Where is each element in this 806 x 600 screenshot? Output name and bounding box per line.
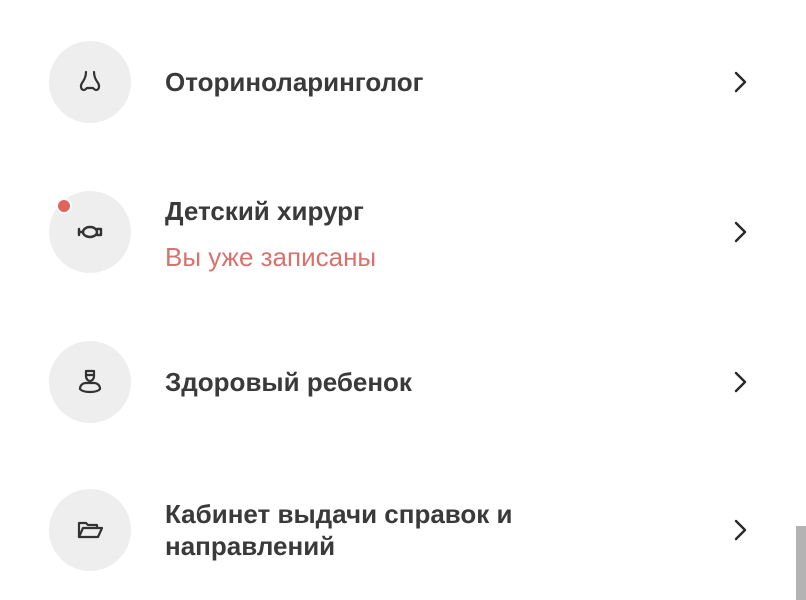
specialist-list: Оториноларинголог Детский хирург Вы уже …	[0, 0, 806, 600]
list-item-otolaryngologist[interactable]: Оториноларинголог	[0, 27, 806, 137]
item-title: Оториноларинголог	[165, 67, 424, 97]
icon-circle	[49, 41, 131, 123]
icon-circle	[49, 341, 131, 423]
chevron-right-icon	[734, 371, 747, 393]
notification-dot	[56, 198, 72, 214]
list-item-healthy-child[interactable]: Здоровый ребенок	[0, 327, 806, 437]
folder-open-icon	[77, 521, 104, 539]
item-title: Кабинет выдачи справок и направлений	[165, 499, 513, 561]
item-title: Здоровый ребенок	[165, 367, 412, 397]
item-title: Детский хирург	[165, 196, 364, 226]
lips-icon	[77, 225, 103, 239]
chevron-right-icon	[734, 221, 747, 243]
nose-icon	[79, 70, 101, 92]
item-subtitle: Вы уже записаны	[165, 242, 377, 272]
list-item-pediatric-surgeon[interactable]: Детский хирург Вы уже записаны	[0, 177, 806, 287]
list-item-certificates-office[interactable]: Кабинет выдачи справок и направлений	[0, 475, 806, 585]
child-icon	[78, 369, 102, 394]
scrollbar[interactable]	[796, 526, 806, 600]
icon-circle	[49, 489, 131, 571]
chevron-right-icon	[734, 519, 747, 541]
chevron-right-icon	[734, 71, 747, 93]
